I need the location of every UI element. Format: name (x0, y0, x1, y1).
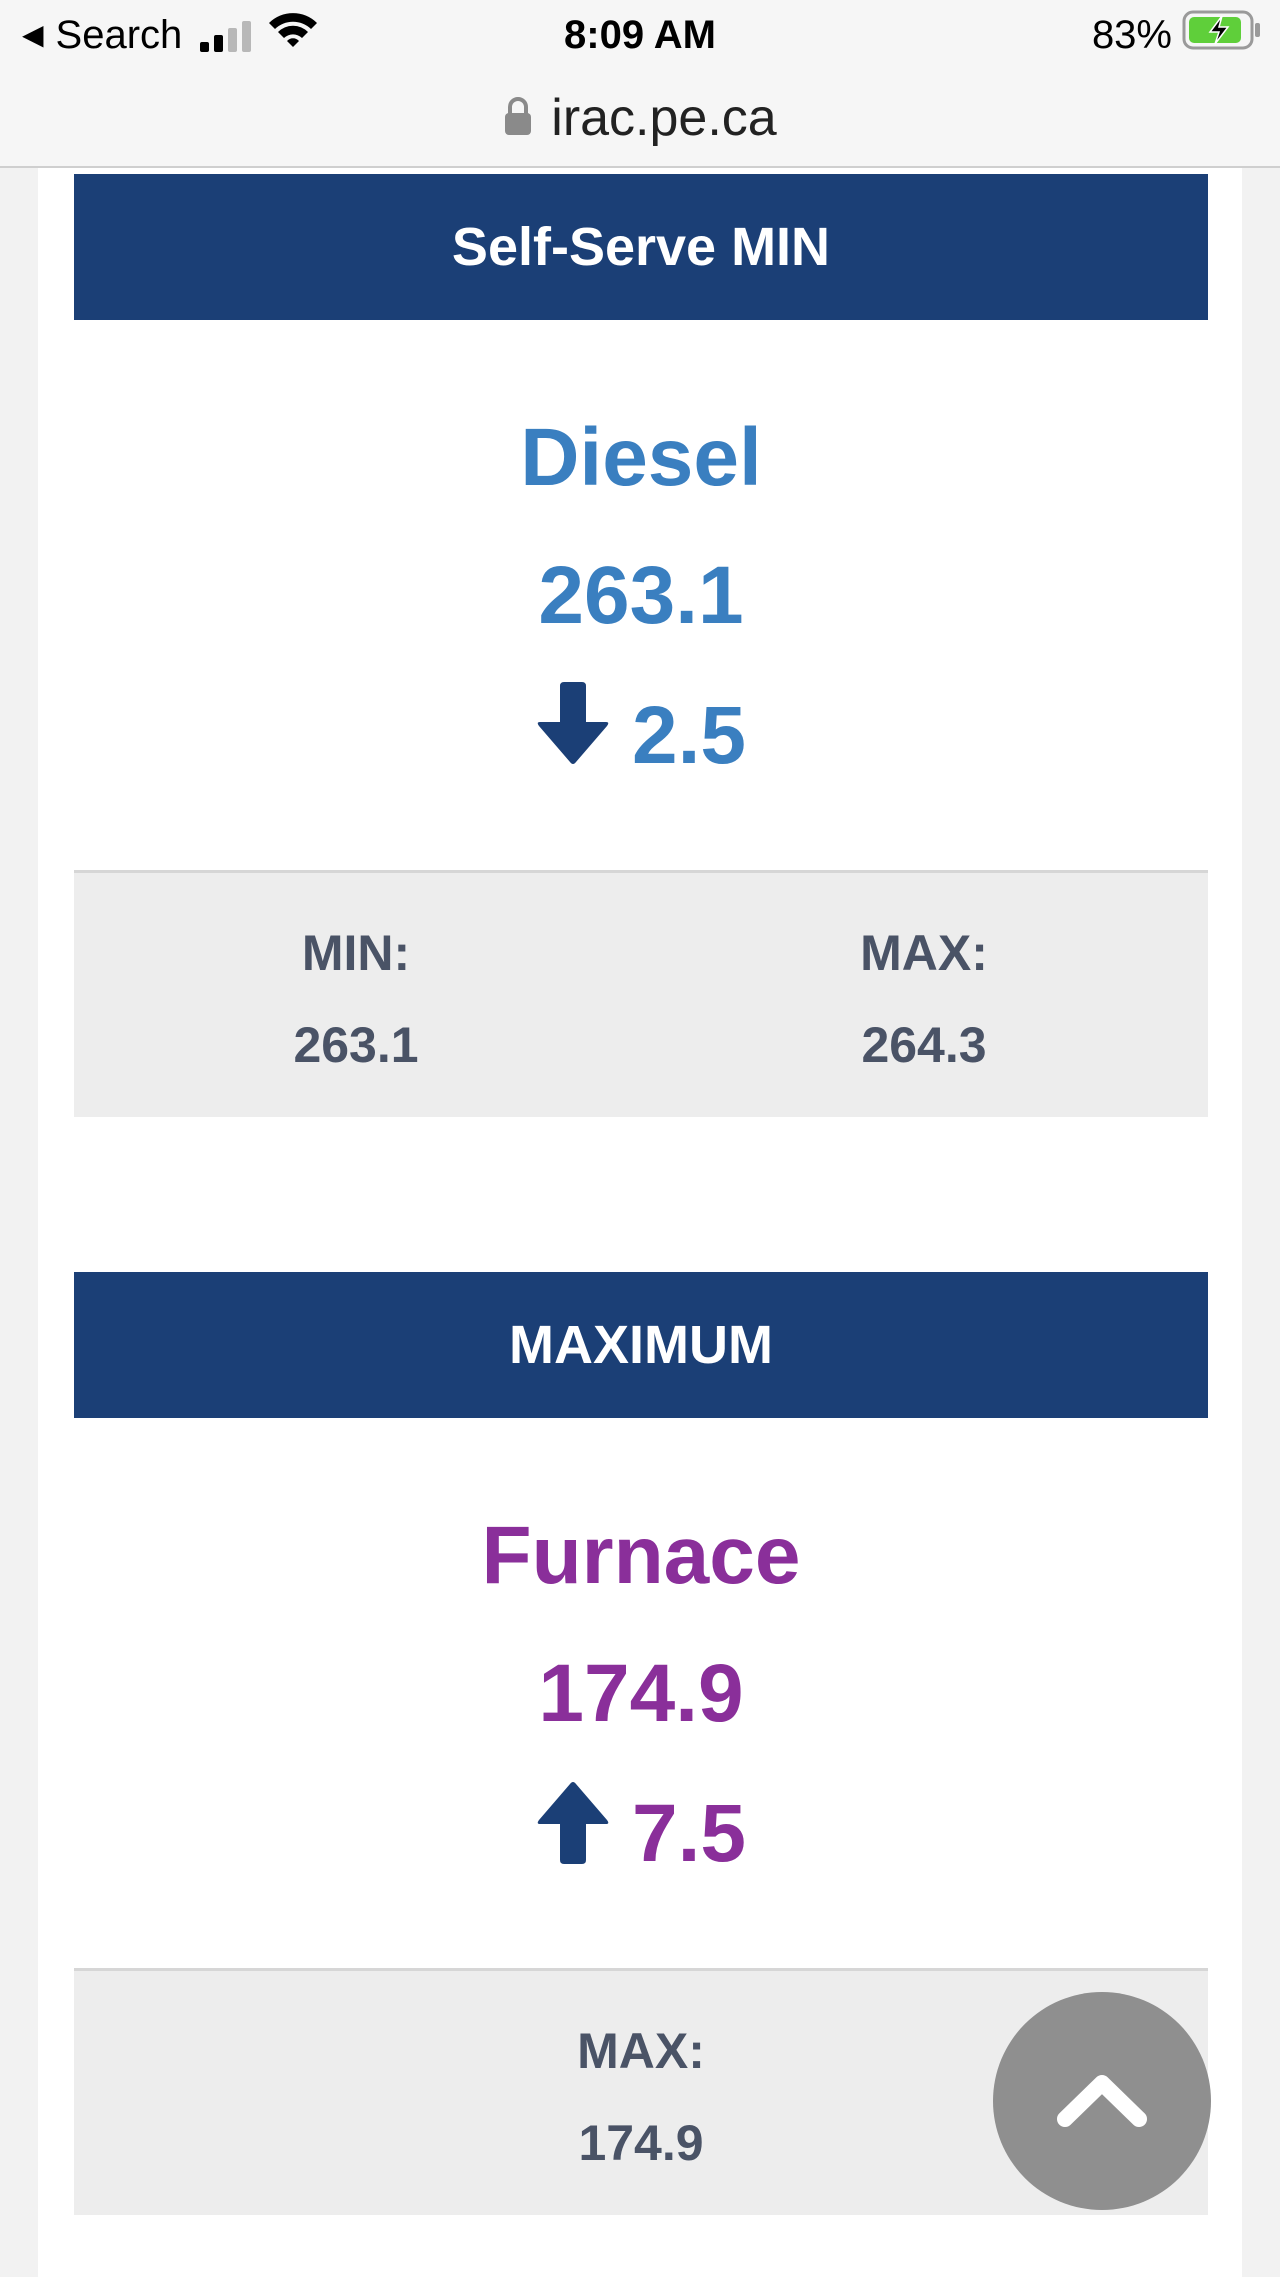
stat-label: MAX: (577, 2023, 705, 2079)
price-card-diesel: Self-Serve MIN Diesel 263.1 2.5 MIN: 263… (74, 174, 1208, 1117)
fuel-price: 174.9 (538, 1648, 744, 1739)
fuel-price: 263.1 (538, 550, 744, 641)
stat-label: MIN: (301, 925, 411, 981)
scroll-to-top-button[interactable] (993, 1992, 1211, 2210)
stat-value: 264.3 (861, 1017, 987, 1073)
battery-charging-icon (1182, 10, 1262, 60)
url-text[interactable]: irac.pe.ca (551, 88, 776, 148)
fuel-change: 7.5 (74, 1780, 1208, 1887)
page-content: Self-Serve MIN Diesel 263.1 2.5 MIN: 263… (38, 168, 1242, 2277)
fuel-block: Furnace 174.9 7.5 (74, 1506, 1208, 1887)
stat-max: MAX: 264.3 (774, 923, 1074, 1075)
status-bar-right: 83% (1092, 10, 1262, 60)
battery-percent: 83% (1091, 12, 1172, 57)
stat-max: MAX: 174.9 (491, 2021, 791, 2173)
fuel-name: Diesel (520, 412, 762, 503)
arrow-down-icon (536, 682, 610, 789)
stat-value: 263.1 (293, 1017, 419, 1073)
card-header: MAXIMUM (74, 1272, 1208, 1418)
fuel-block: Diesel 263.1 2.5 (74, 408, 1208, 789)
status-time: 8:09 AM (564, 13, 716, 57)
fuel-name: Furnace (481, 1510, 801, 1601)
chevron-up-icon (1057, 2069, 1147, 2134)
price-card-furnace: MAXIMUM Furnace 174.9 7.5 MAX: 174.9 (74, 1272, 1208, 2215)
fuel-change: 2.5 (74, 682, 1208, 789)
change-value: 7.5 (632, 1787, 746, 1879)
lock-icon (503, 96, 533, 141)
stats-box: MIN: 263.1 MAX: 264.3 (74, 870, 1208, 1117)
arrow-up-icon (536, 1780, 610, 1887)
change-value: 2.5 (632, 689, 746, 781)
card-header: Self-Serve MIN (74, 174, 1208, 320)
stat-value: 174.9 (578, 2115, 704, 2171)
url-bar[interactable]: irac.pe.ca (0, 70, 1280, 168)
stat-min: MIN: 263.1 (206, 923, 506, 1075)
status-bar: ◀ Search 8:09 AM 83% (0, 0, 1280, 70)
stat-label: MAX: (860, 925, 988, 981)
